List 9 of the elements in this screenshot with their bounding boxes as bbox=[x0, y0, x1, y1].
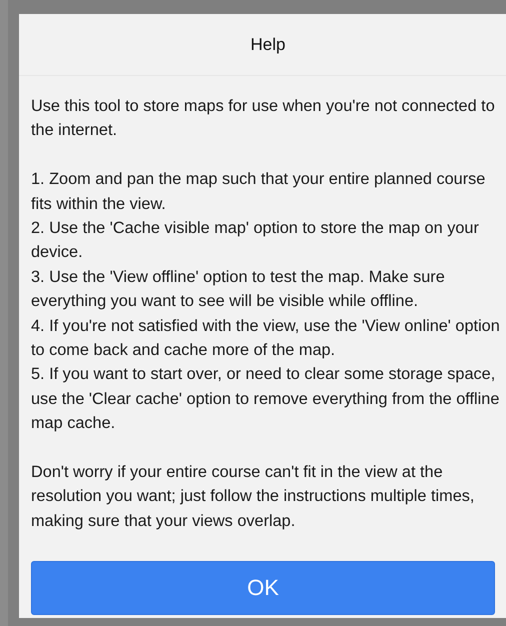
step-text: 4. If you're not satisfied with the view, use the 'View online' option to come back and cache more of the map. bbox=[31, 316, 501, 362]
ok-button[interactable]: OK bbox=[31, 560, 495, 615]
intro-text: Use this tool to store maps for use when you're not connected to the internet. bbox=[31, 96, 496, 142]
step-text: 2. Use the 'Cache visible map' option to store the map on your device. bbox=[31, 218, 480, 264]
step-text: 3. Use the 'View offline' option to test the map. Make sure everything you want to see will be visible while offline. bbox=[31, 266, 446, 312]
dialog-title: Help bbox=[250, 34, 286, 54]
step-text: 5. If you want to start over, or need to clear some storage space, use the 'Clear cache' option to remove everything from the offline map cache. bbox=[31, 364, 500, 434]
note-text: Don't worry if your entire course can't fit in the view at the resolution you want; just follow the instructions multiple times, making sure that your views overlap. bbox=[31, 462, 476, 532]
step-text: 1. Zoom and pan the map such that your entire planned course fits within the view. bbox=[31, 169, 486, 215]
